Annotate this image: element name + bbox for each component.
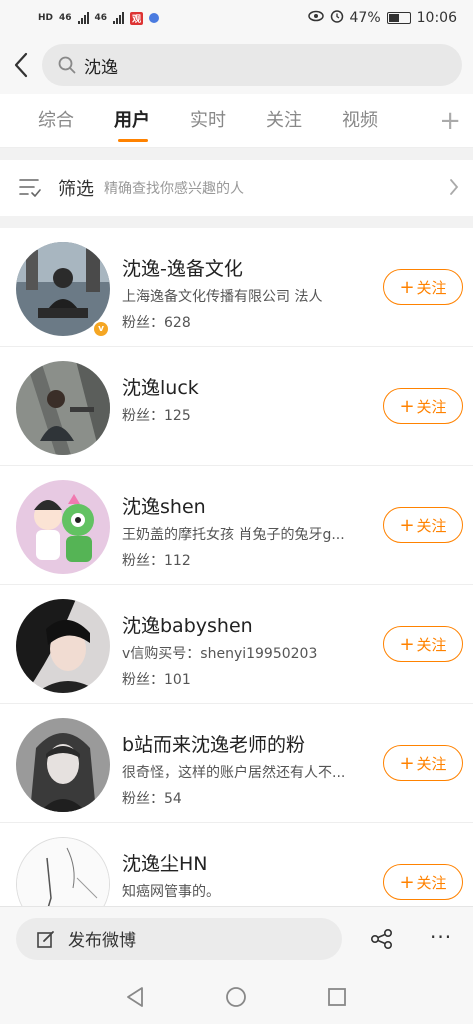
follow-label: 关注 [416,635,447,654]
status-right: 47% 10:06 [307,9,457,27]
tab-comprehensive[interactable]: 综合 [18,94,94,148]
user-description: 知癌网管事的。 [122,884,220,900]
plus-icon: + [399,633,415,655]
signal-icon-2 [113,12,125,24]
network-badge-2: 46 [94,13,108,23]
tab-bar: 综合 用户 实时 关注 视频 + [0,94,473,148]
tab-realtime[interactable]: 实时 [170,94,246,148]
follow-label: 关注 [416,873,447,892]
list-item[interactable]: 沈逸luck 粉丝：125 + 关注 [0,347,473,466]
add-tab-button[interactable]: + [439,94,461,148]
app-notification-icon: 观 [130,11,144,25]
back-arrow-icon [14,52,28,78]
user-name: 沈逸babyshen [122,615,253,637]
edit-icon [37,930,54,948]
list-item[interactable]: 沈逸尘HN 知癌网管事的。 + 关注 [0,823,473,906]
user-name: 沈逸-逸备文化 [122,258,243,280]
search-query: 沈逸 [84,57,118,78]
user-list: v 沈逸-逸备文化 上海逸备文化传播有限公司 法人 粉丝：628 + 关注 沈逸l… [0,228,473,906]
eye-icon [307,10,324,26]
plus-icon: + [399,871,415,893]
tab-following[interactable]: 关注 [246,94,322,148]
plus-icon: + [399,276,415,298]
follow-button[interactable]: + 关注 [383,626,463,662]
music-notification-icon [149,13,160,23]
chevron-right-icon [450,179,459,195]
plus-icon: + [399,514,415,536]
follow-label: 关注 [416,516,447,535]
plus-icon: + [399,752,415,774]
filter-icon [19,179,41,197]
fans-count: 粉丝：628 [122,315,191,331]
user-name: b站而来沈逸老师的粉 [122,734,306,756]
bottom-toolbar: 发布微博 ··· [0,906,473,970]
more-options-button[interactable]: ··· [430,925,452,949]
hd-badge: HD [38,13,54,23]
filter-hint: 精确查找你感兴趣的人 [104,181,244,197]
follow-button[interactable]: + 关注 [383,507,463,543]
nav-recents-icon[interactable] [326,986,348,1008]
user-name: 沈逸尘HN [122,853,208,875]
filter-title: 筛选 [58,179,94,200]
search-input[interactable]: 沈逸 [42,44,462,86]
follow-button[interactable]: + 关注 [383,388,463,424]
back-button[interactable] [0,36,42,94]
avatar[interactable] [16,480,110,574]
nav-back-icon[interactable] [124,986,146,1008]
user-name: 沈逸luck [122,377,199,399]
user-description: 很奇怪，这样的账户居然还有人不... [122,765,346,781]
compose-post-button[interactable]: 发布微博 [16,917,342,960]
follow-button[interactable]: + 关注 [383,864,463,900]
compose-label: 发布微博 [68,931,136,951]
fans-count: 粉丝：125 [122,408,191,424]
user-description: v信购买号：shenyi19950203 [122,646,318,662]
avatar[interactable] [16,718,110,812]
avatar[interactable] [16,361,110,455]
share-icon [370,928,393,950]
search-header: 沈逸 [0,36,473,94]
clock: 10:06 [416,10,457,26]
nav-home-icon[interactable] [225,986,247,1008]
status-bar: HD 46 46 观 47% 10:06 [0,0,473,36]
fans-count: 粉丝：101 [122,672,191,688]
filter-bar[interactable]: 筛选 精确查找你感兴趣的人 [0,160,473,216]
user-description: 上海逸备文化传播有限公司 法人 [122,289,323,305]
follow-label: 关注 [416,278,447,297]
alarm-icon [330,9,344,27]
battery-icon [386,12,411,24]
plus-icon: + [399,395,415,417]
follow-label: 关注 [416,397,447,416]
list-item[interactable]: v 沈逸-逸备文化 上海逸备文化传播有限公司 法人 粉丝：628 + 关注 [0,228,473,347]
follow-button[interactable]: + 关注 [383,745,463,781]
share-button[interactable] [370,927,394,955]
fans-count: 粉丝：54 [122,791,182,807]
follow-button[interactable]: + 关注 [383,269,463,305]
user-description: 王奶盖的摩托女孩 肖兔子的兔牙g... [122,527,345,543]
follow-label: 关注 [416,754,447,773]
tab-video[interactable]: 视频 [322,94,398,148]
avatar[interactable] [16,599,110,693]
list-item[interactable]: b站而来沈逸老师的粉 很奇怪，这样的账户居然还有人不... 粉丝：54 + 关注 [0,704,473,823]
signal-icon [77,12,89,24]
verified-badge-icon: v [92,320,110,338]
system-nav-bar [0,970,473,1024]
user-name: 沈逸shen [122,496,206,518]
list-item[interactable]: 沈逸babyshen v信购买号：shenyi19950203 粉丝：101 +… [0,585,473,704]
network-badge-1: 46 [59,13,72,23]
fans-count: 粉丝：112 [122,553,191,569]
tab-users[interactable]: 用户 [94,94,170,148]
status-left: HD 46 46 观 [38,11,160,25]
avatar[interactable] [16,837,110,906]
search-icon [58,56,76,74]
battery-percent: 47% [349,10,381,26]
list-item[interactable]: 沈逸shen 王奶盖的摩托女孩 肖兔子的兔牙g... 粉丝：112 + 关注 [0,466,473,585]
